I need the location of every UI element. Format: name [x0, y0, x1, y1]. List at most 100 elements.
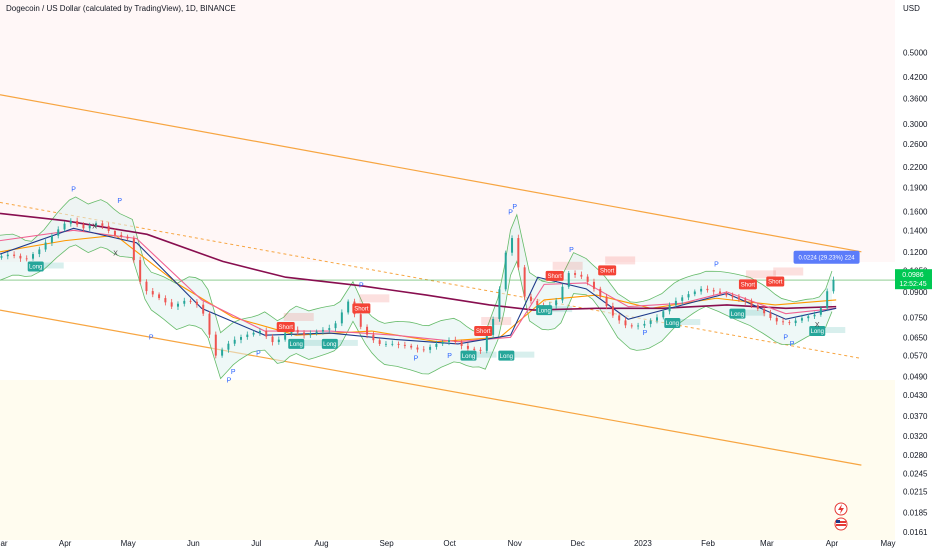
candle-body	[649, 320, 652, 324]
candle-body	[782, 321, 785, 323]
candle-body	[13, 254, 16, 256]
candle-body	[164, 298, 167, 303]
pivot-label: P	[149, 334, 154, 341]
candle-body	[630, 325, 633, 327]
candle-body	[50, 235, 53, 243]
long-signal-label: Long	[29, 265, 42, 271]
time-axis-tick: Aug	[314, 539, 328, 548]
time-axis-tick: Apr	[826, 539, 839, 548]
candle-body	[529, 296, 532, 301]
candle-body	[214, 334, 217, 356]
long-signal-label: Long	[537, 308, 550, 314]
candle-body	[233, 339, 236, 344]
candle-body	[807, 316, 810, 319]
candle-body	[208, 313, 211, 335]
candle-body	[744, 299, 747, 302]
short-position-box	[359, 294, 390, 303]
pivot-label: P	[643, 330, 648, 337]
candle-body	[637, 325, 640, 327]
price-axis-tick: 0.0245	[903, 469, 928, 478]
candle-body	[88, 225, 91, 229]
time-axis-tick: 2023	[634, 539, 652, 548]
candle-body	[76, 220, 79, 225]
candle-body	[794, 320, 797, 324]
cross-mark-label: X	[92, 223, 97, 230]
candle-body	[82, 224, 85, 229]
short-position-box	[552, 261, 583, 270]
price-axis-tick: 0.0320	[903, 432, 928, 441]
candle-body	[265, 331, 268, 337]
candle-body	[643, 323, 646, 326]
price-chart[interactable]: USD Short Short Short Short Short Short Short L…	[0, 0, 932, 550]
candle-body	[655, 317, 658, 321]
candle-body	[120, 234, 123, 237]
pivot-label: P	[508, 209, 513, 216]
candle-body	[328, 328, 331, 330]
currency-label: USD	[903, 4, 920, 13]
candle-body	[38, 249, 41, 255]
candle-body	[662, 311, 665, 318]
candle-body	[668, 305, 671, 312]
candle-body	[800, 318, 803, 321]
candle-body	[309, 333, 312, 336]
candle-body	[258, 331, 261, 333]
candle-body	[561, 286, 564, 301]
candle-body	[586, 276, 589, 282]
time-axis-tick: Mar	[760, 539, 774, 548]
candle-body	[391, 343, 394, 345]
candle-body	[340, 312, 343, 324]
candle-body	[372, 334, 375, 341]
candle-body	[504, 252, 507, 290]
pivot-label: P	[512, 204, 517, 211]
time-axis-tick: Oct	[443, 539, 456, 548]
candle-body	[410, 345, 413, 348]
candle-body	[700, 288, 703, 292]
price-axis-tick: 0.1400	[903, 226, 928, 235]
candle-body	[511, 238, 514, 253]
pivot-label: P	[231, 369, 236, 376]
candle-body	[454, 340, 457, 343]
candle-body	[202, 304, 205, 314]
candle-body	[195, 301, 198, 305]
candle-body	[523, 267, 526, 297]
candle-body	[246, 334, 249, 338]
candle-body	[693, 291, 696, 295]
candle-body	[599, 288, 602, 297]
long-signal-label: Long	[290, 342, 303, 348]
candle-body	[25, 258, 28, 260]
short-signal-label: Short	[741, 283, 756, 289]
flag-icon[interactable]	[834, 517, 848, 531]
long-signal-label: Long	[666, 321, 679, 327]
short-position-box	[283, 312, 314, 321]
pivot-label: P	[783, 334, 788, 341]
cross-mark-label: X	[113, 250, 118, 257]
price-axis-tick: 0.0750	[903, 313, 928, 322]
time-axis: ar Apr May Jun Jul Aug Sep Oct Nov Dec 2023 Feb Mar A…	[0, 539, 895, 548]
current-price-countdown: 12:52:45	[899, 281, 926, 288]
short-position-box	[481, 317, 512, 326]
candle-body	[479, 349, 482, 351]
pivot-label: P	[71, 186, 76, 193]
candle-body	[737, 297, 740, 300]
candle-body	[416, 347, 419, 350]
candle-body	[170, 302, 173, 307]
candle-body	[611, 306, 614, 316]
candle-body	[284, 333, 287, 340]
time-axis-tick: Jun	[187, 539, 200, 548]
long-signal-label: Long	[462, 354, 475, 360]
candle-body	[719, 291, 722, 294]
price-axis-tick: 0.2600	[903, 140, 928, 149]
time-axis-tick: Nov	[508, 539, 522, 548]
price-axis-tick: 0.0650	[903, 333, 928, 342]
price-axis-tick: 0.0430	[903, 391, 928, 400]
time-axis-tick: May	[880, 539, 895, 548]
candle-body	[681, 297, 684, 301]
candle-body	[618, 315, 621, 321]
candle-body	[139, 260, 142, 282]
candle-body	[712, 290, 715, 292]
candle-body	[819, 308, 822, 315]
candle-body	[466, 345, 469, 349]
price-axis-tick: 0.0370	[903, 412, 928, 421]
short-signal-label: Short	[600, 269, 615, 275]
lightning-icon[interactable]	[834, 502, 848, 516]
